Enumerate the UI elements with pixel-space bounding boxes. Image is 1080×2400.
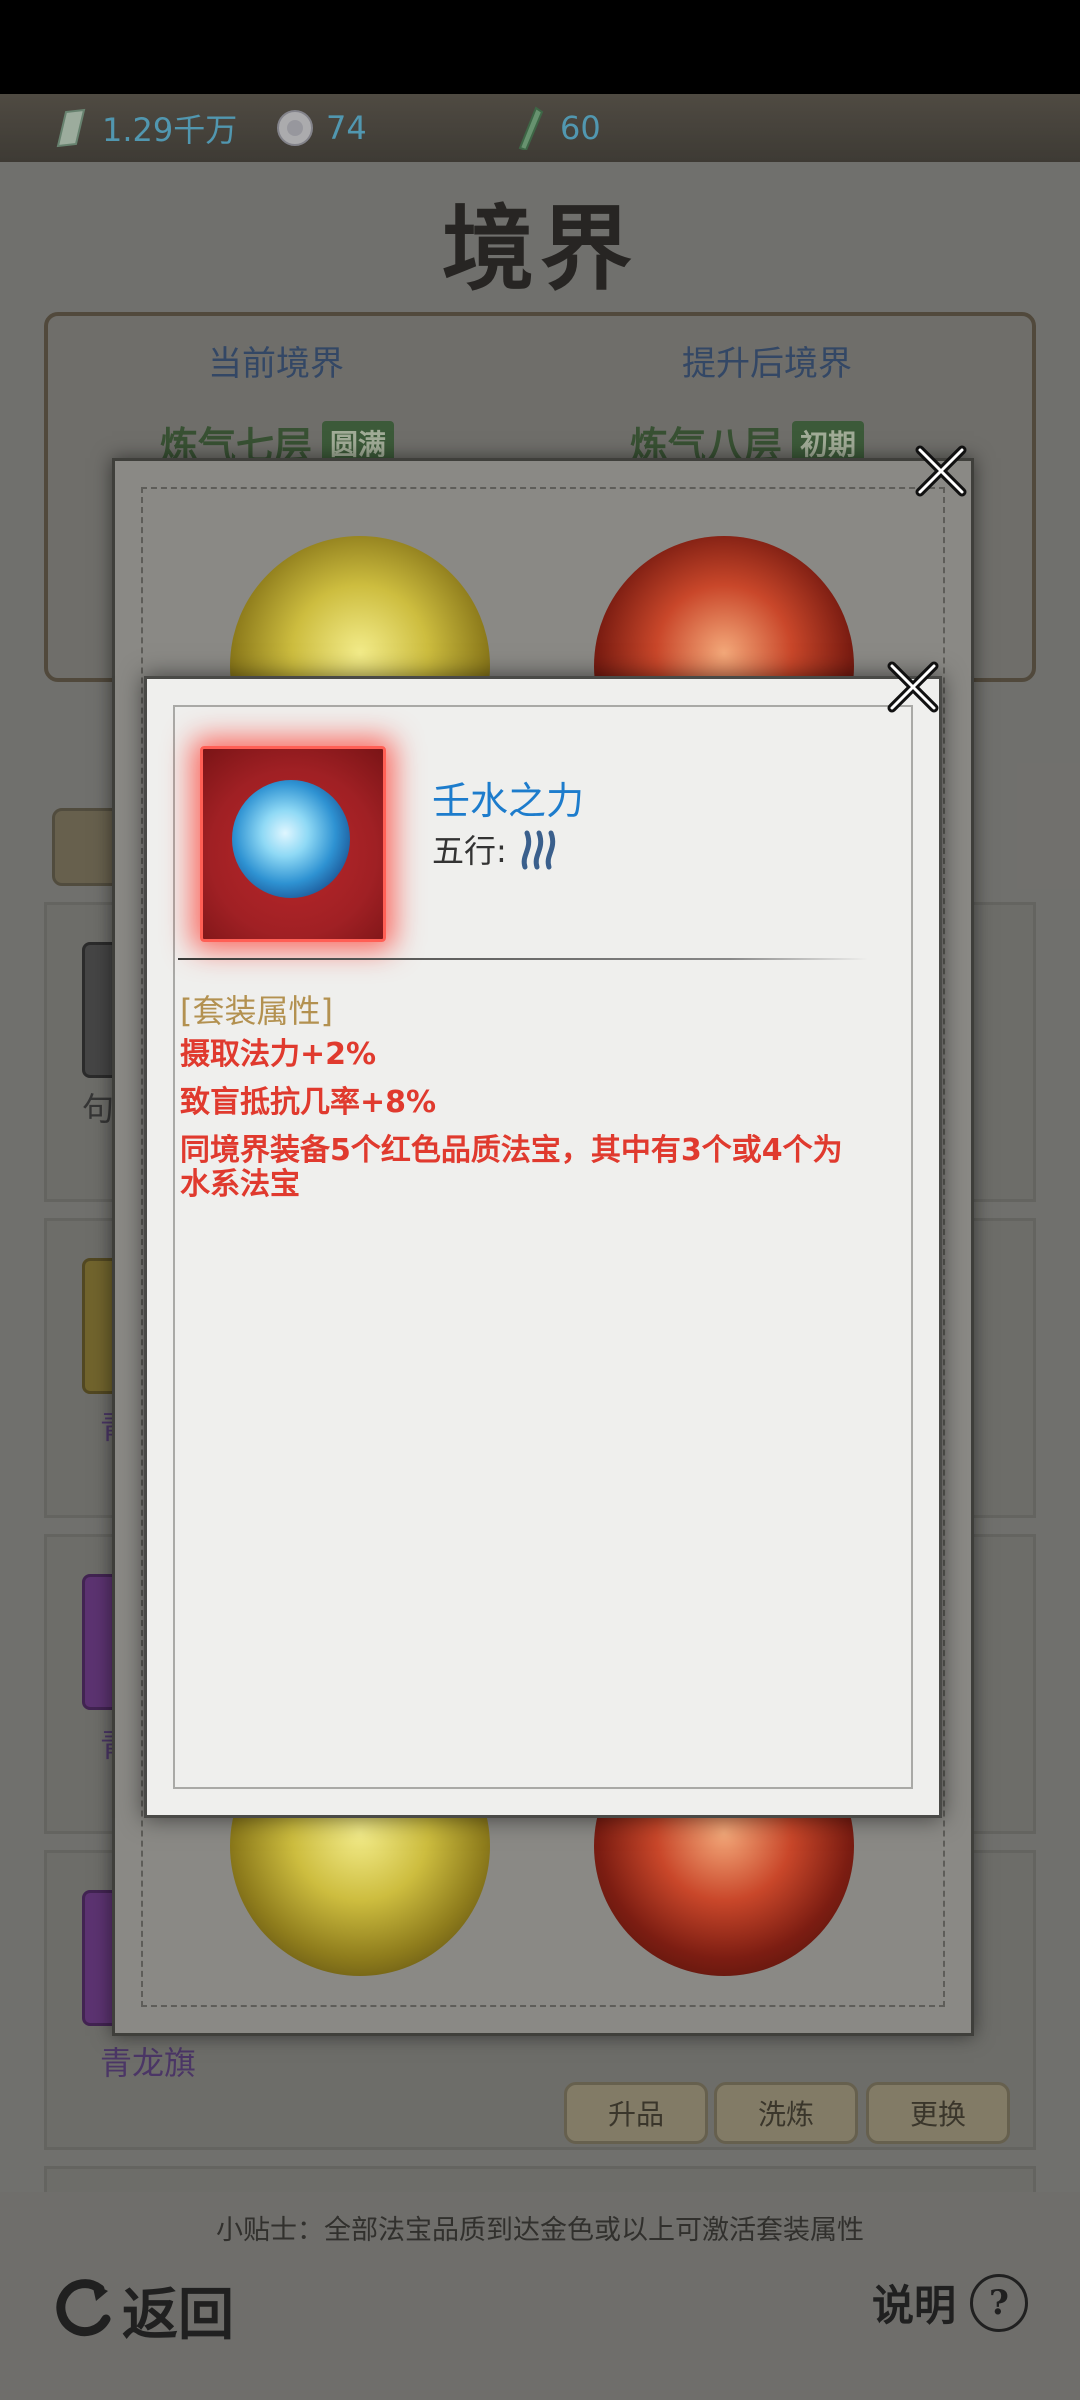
set-attribute-header: [套装属性] <box>180 992 333 1030</box>
set-attribute: 致盲抵抗几率+8% <box>180 1085 437 1120</box>
close-icon[interactable] <box>912 442 970 500</box>
water-orb-icon <box>232 780 350 898</box>
close-icon[interactable] <box>884 658 942 716</box>
divider <box>178 958 868 960</box>
wuxing-label: 五行: <box>432 832 507 870</box>
item-title: 壬水之力 <box>432 779 585 823</box>
water-element-icon <box>521 830 555 870</box>
set-attribute: 同境界装备5个红色品质法宝，其中有3个或4个为水系法宝 <box>180 1133 843 1202</box>
wuxing-row: 五行: <box>432 826 561 872</box>
set-attribute: 摄取法力+2% <box>180 1037 377 1072</box>
status-bar <box>0 0 1080 94</box>
